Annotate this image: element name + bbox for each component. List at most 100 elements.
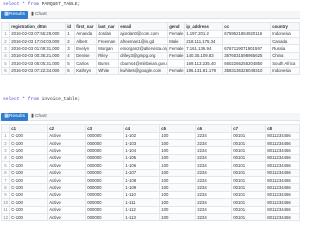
row-number: 5: [1, 59, 10, 68]
table-cell: 100: [159, 168, 196, 177]
results-toolbar-1: ▦Results ▮Chart: [0, 11, 300, 19]
column-header[interactable]: gend: [167, 22, 185, 31]
column-header[interactable]: id: [65, 22, 75, 31]
table-row[interactable]: 6 C-100 Active 000000 1-107 100 2234 00101 80112…: [1, 168, 300, 177]
row-number: 3: [1, 44, 10, 53]
table-cell: 00101: [231, 168, 266, 177]
column-header[interactable]: c8: [265, 124, 300, 133]
table-cell: Indonesia: [270, 29, 300, 39]
sql-terminator: ;: [77, 2, 81, 7]
column-header[interactable]: registration_dttm: [9, 22, 66, 31]
tab-chart-label: Chart: [35, 12, 47, 17]
table-cell: 2016-02-03 07:22:34.000: [9, 66, 66, 75]
table-cell: 2234: [195, 138, 232, 148]
table-cell: Active: [47, 198, 86, 207]
tab-results-2[interactable]: ▦Results: [1, 113, 28, 121]
table-cell: 00101: [231, 161, 266, 170]
row-number: 12: [1, 212, 10, 222]
table-row[interactable]: 11 C-100 Active 000000 1-112 100 2234 00101 8011…: [1, 205, 300, 214]
table-cell: 00101: [231, 153, 266, 163]
table-cell: 00101: [231, 205, 266, 214]
column-header[interactable]: cc: [222, 22, 271, 31]
column-header[interactable]: last_nar: [96, 22, 119, 31]
column-header[interactable]: c7: [231, 124, 266, 133]
table-cell: 7.161.136.94: [184, 44, 223, 53]
table-row[interactable]: 6 2016-02-03 07:22:34.000 6 Kathryn White kwh…: [1, 66, 300, 75]
table-row[interactable]: 1 C-100 Active 000000 1-102 100 2234 00101 80112…: [1, 131, 300, 141]
table-cell: [167, 59, 185, 68]
row-number: 8: [1, 183, 10, 192]
tab-chart-1[interactable]: ▮Chart: [30, 11, 47, 19]
table-row[interactable]: 1 2016-02-03 07:55:29.000 1 Amanda Jordan ajo…: [1, 29, 300, 39]
table-cell: Morgan: [96, 44, 119, 53]
table-cell: 100: [159, 212, 196, 222]
table-row[interactable]: 12 C-100 Active 000000 1-113 100 2234 00101 8011…: [1, 212, 300, 222]
table-cell: 8011234456: [265, 146, 300, 155]
table-cell: 2016-02-03 00:36:21.000: [9, 51, 66, 61]
table-cell: 00101: [231, 212, 266, 222]
column-header[interactable]: c5: [159, 124, 196, 133]
column-header[interactable]: c1: [9, 124, 48, 133]
column-header[interactable]: c4: [123, 124, 160, 133]
column-header[interactable]: c6: [195, 124, 232, 133]
table-row[interactable]: 2 2016-02-03 17:04:03.000 2 Albert Freeman af…: [1, 36, 300, 46]
table-cell: Indonesia: [270, 66, 300, 75]
table-row[interactable]: 2 C-100 Active 000000 1-103 100 2234 00101 80112…: [1, 138, 300, 148]
table-cell: 2016-02-03 01:09:31.000: [9, 44, 66, 53]
table-cell: Female: [167, 29, 185, 39]
table-row[interactable]: 4 C-100 Active 000000 1-105 100 2234 00101 80112…: [1, 153, 300, 163]
table-cell: 1-105: [123, 153, 160, 163]
table-cell: C-100: [9, 212, 48, 222]
column-header[interactable]: first_nar: [74, 22, 97, 31]
table-cell: afreeman1@is.gd: [118, 36, 168, 46]
table-cell: 000000: [85, 198, 124, 207]
table-cell: C-100: [9, 131, 48, 141]
table-row[interactable]: 9 C-100 Active 000000 1-110 100 2234 00101 80112…: [1, 190, 300, 200]
table-cell: Active: [47, 205, 86, 214]
table-cell: Freeman: [96, 36, 119, 46]
sql-query-1[interactable]: select * from PARQUET_TABLE;: [3, 2, 80, 7]
table-row[interactable]: 10 C-100 Active 000000 1-111 100 2234 00101 8011…: [1, 198, 300, 207]
table-header-row: registration_dttm id first_nar last_nar emai…: [1, 22, 300, 31]
table-cell: 218.111.175.34: [184, 36, 223, 46]
table-cell: Active: [47, 153, 86, 163]
table-cell: 2234: [195, 161, 232, 170]
table-cell: Amanda: [74, 29, 97, 39]
row-number: 5: [1, 161, 10, 170]
table-cell: 2234: [195, 212, 232, 222]
row-number-header[interactable]: [1, 22, 10, 31]
column-header[interactable]: c2: [47, 124, 86, 133]
row-number-header[interactable]: [1, 124, 10, 133]
table-cell: 1-112: [123, 205, 160, 214]
column-header[interactable]: email: [118, 22, 168, 31]
table-cell: 100: [159, 153, 196, 163]
row-number: 6: [1, 168, 10, 177]
table-row[interactable]: 4 2016-02-03 00:36:21.000 4 Denise Riley dril…: [1, 51, 300, 61]
column-header[interactable]: c3: [85, 124, 124, 133]
table-cell: 1-113: [123, 212, 160, 222]
table-cell: 8011234456: [265, 198, 300, 207]
table-header-row: c1 c2 c3 c4 c5 c6 c7 c8: [1, 124, 300, 133]
table-row[interactable]: 7 C-100 Active 000000 1-108 100 2234 00101 80112…: [1, 175, 300, 185]
table-row[interactable]: 3 2016-02-03 01:09:31.000 3 Evelyn Morgan emo…: [1, 44, 300, 53]
table-row[interactable]: 5 C-100 Active 000000 1-106 100 2234 00101 80112…: [1, 161, 300, 170]
table-row[interactable]: 8 C-100 Active 000000 1-109 100 2234 00101 80112…: [1, 183, 300, 192]
column-header[interactable]: ip_address: [184, 22, 223, 31]
table-cell: 169.113.235.40: [184, 59, 223, 68]
table-cell: 8011234456: [265, 212, 300, 222]
table-cell: 1-104: [123, 146, 160, 155]
table-cell: C-100: [9, 175, 48, 185]
table-cell: 6767119071901597: [222, 44, 271, 53]
table-row[interactable]: 3 C-100 Active 000000 1-104 100 2234 00101 80112…: [1, 146, 300, 155]
column-header[interactable]: country: [270, 22, 300, 31]
table-row[interactable]: 5 2016-02-03 05:05:31.000 5 Carlos Burns cbur…: [1, 59, 300, 68]
tab-results-1[interactable]: ▦Results: [1, 11, 28, 19]
sql-query-2[interactable]: select * from invoice_table;: [3, 97, 80, 102]
table-cell: 00101: [231, 190, 266, 200]
table-cell: 000000: [85, 168, 124, 177]
table-cell: 1-108: [123, 175, 160, 185]
row-number: 6: [1, 66, 10, 75]
tab-chart-2[interactable]: ▮Chart: [30, 113, 47, 121]
row-number: 1: [1, 131, 10, 141]
table-cell: Kathryn: [74, 66, 97, 75]
